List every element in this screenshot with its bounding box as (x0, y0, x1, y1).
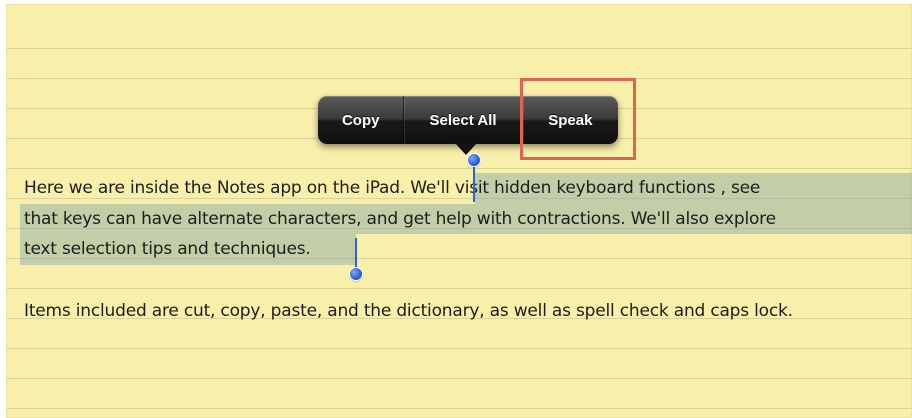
notes-page[interactable]: Here we are inside the Notes app on the … (6, 4, 912, 418)
selection-end-handle-icon[interactable] (350, 268, 362, 280)
select-all-button[interactable]: Select All (404, 96, 521, 144)
speak-highlight-box (520, 78, 636, 160)
selection-start-handle-icon[interactable] (468, 154, 480, 166)
selection-start-caret (473, 162, 475, 202)
note-text-line[interactable]: that keys can have alternate characters,… (24, 209, 776, 229)
note-text-line[interactable]: Here we are inside the Notes app on the … (24, 178, 760, 198)
copy-button[interactable]: Copy (318, 96, 403, 144)
note-text-line[interactable]: Items included are cut, copy, paste, and… (24, 301, 793, 321)
menu-pointer-arrow-icon (455, 143, 477, 155)
note-text-line[interactable]: text selection tips and techniques. (24, 239, 311, 259)
